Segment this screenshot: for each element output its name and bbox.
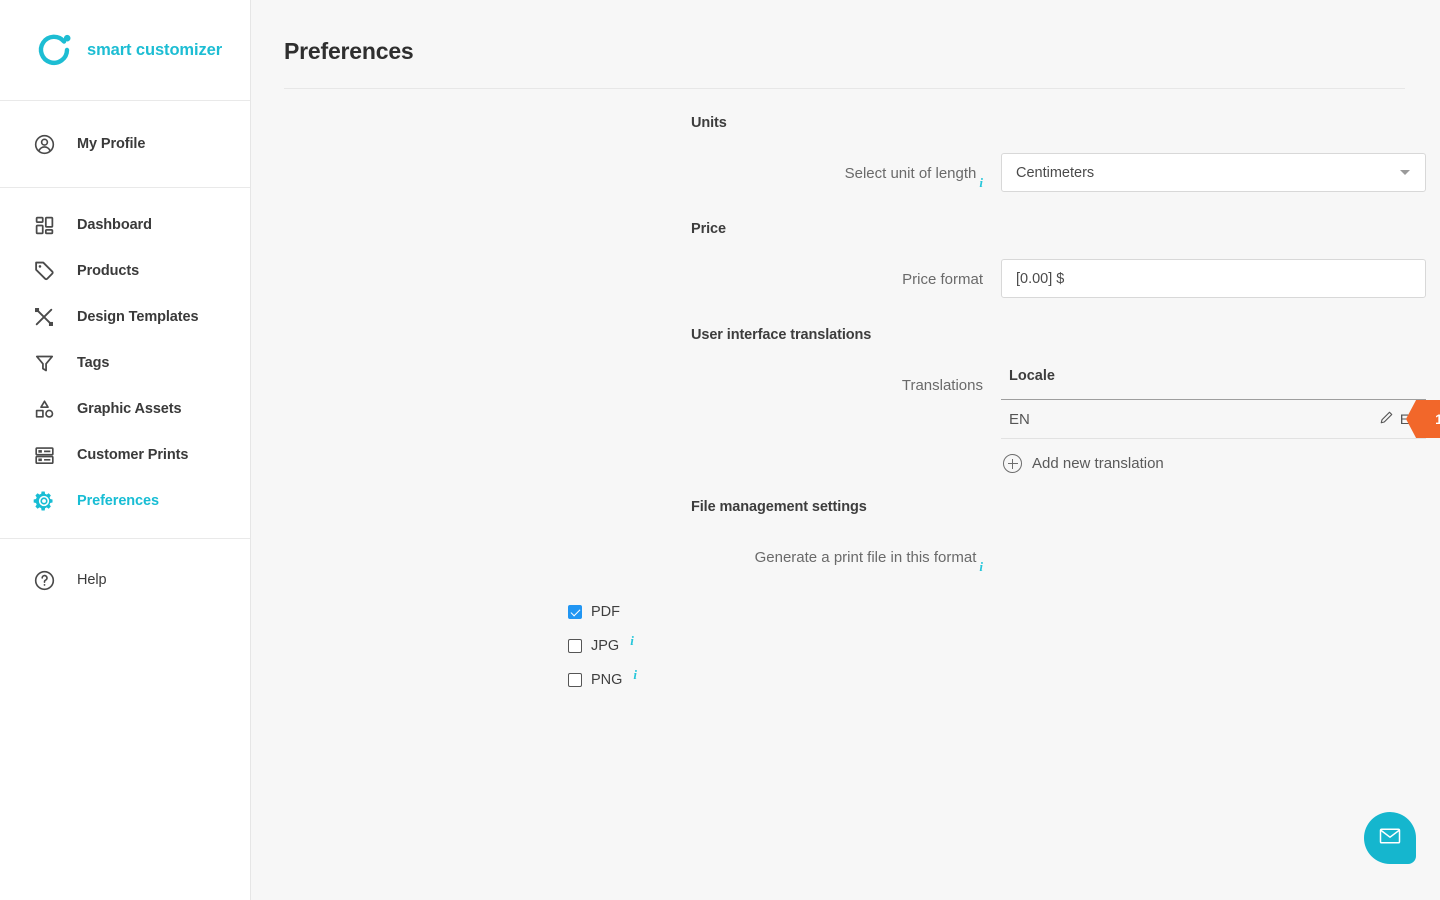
- unit-of-length-select[interactable]: Centimeters: [1001, 153, 1426, 192]
- brand-header[interactable]: smart customizer: [0, 0, 250, 101]
- field-print-file-format: Generate a print file in this formati: [251, 537, 1440, 579]
- translations-table: Locale EN Edit: [1001, 365, 1440, 473]
- field-label-text: Price format: [902, 271, 983, 288]
- field-label-text: Generate a print file in this format: [754, 549, 977, 566]
- field-label-print-file-format: Generate a print file in this formati: [251, 537, 1001, 579]
- field-label-price-format: Price format: [251, 259, 1001, 301]
- gear-icon: [31, 488, 57, 514]
- section-units: Units Select unit of lengthi Centimeters: [251, 115, 1440, 195]
- smart-customizer-logo-icon: [34, 30, 74, 70]
- pencil-icon: [1379, 410, 1394, 428]
- sidebar-item-design-templates[interactable]: Design Templates: [0, 294, 250, 340]
- sidebar-item-label: Tags: [77, 355, 110, 371]
- preferences-form: Units Select unit of lengthi Centimeters: [251, 115, 1440, 697]
- sidebar-item-my-profile[interactable]: My Profile: [0, 121, 250, 167]
- sidebar-item-label: My Profile: [77, 136, 146, 152]
- sidebar-group-main: Dashboard Products Design Templates Tags…: [0, 188, 250, 539]
- info-icon[interactable]: i: [979, 175, 983, 190]
- field-label-translations: Translations: [251, 365, 1001, 407]
- checkbox-row-png: PNG i: [566, 663, 1440, 697]
- page-title: Preferences: [284, 38, 414, 64]
- checkbox-label-jpg: JPG: [591, 638, 620, 654]
- checkbox-png[interactable]: [568, 673, 582, 687]
- field-label-unit-of-length: Select unit of lengthi: [251, 153, 1001, 195]
- section-title-translations: User interface translations: [691, 327, 872, 343]
- step-badge-wrapper: 1: [1406, 400, 1440, 438]
- field-price-format: Price format: [251, 259, 1440, 301]
- chevron-down-icon: [1400, 170, 1410, 175]
- sidebar-item-graphic-assets[interactable]: Graphic Assets: [0, 386, 250, 432]
- customer-prints-icon: [31, 442, 57, 468]
- field-unit-of-length: Select unit of lengthi Centimeters: [251, 153, 1440, 195]
- envelope-icon: [1378, 824, 1402, 853]
- section-price: Price Price format: [251, 221, 1440, 301]
- translations-column-header-locale: Locale: [1001, 365, 1426, 400]
- sidebar-group-help: Help: [0, 539, 250, 617]
- main-content: Preferences Units Select unit of lengthi…: [251, 0, 1440, 900]
- section-title-file-management: File management settings: [691, 499, 867, 515]
- section-file-management: File management settings Generate a prin…: [251, 499, 1440, 697]
- control-translations: Locale EN Edit: [1001, 365, 1440, 473]
- brand-name: smart customizer: [87, 40, 223, 59]
- checkbox-row-jpg: JPG i: [566, 629, 1440, 663]
- field-label-text: Select unit of length: [844, 165, 977, 182]
- sidebar-item-customer-prints[interactable]: Customer Prints: [0, 432, 250, 478]
- sidebar-item-label: Products: [77, 263, 140, 279]
- info-icon[interactable]: i: [630, 633, 634, 649]
- status-badge[interactable]: 1: [1406, 400, 1440, 438]
- sidebar-item-label: Graphic Assets: [77, 401, 182, 417]
- checkbox-label-pdf: PDF: [591, 604, 620, 620]
- sidebar-item-label: Dashboard: [77, 217, 152, 233]
- section-title-price: Price: [691, 221, 726, 237]
- checkbox-pdf[interactable]: [568, 605, 582, 619]
- dashboard-icon: [31, 212, 57, 238]
- sidebar-group-profile: My Profile: [0, 101, 250, 188]
- add-new-translation-label: Add new translation: [1032, 455, 1164, 472]
- header-divider: [284, 88, 1405, 89]
- field-translations: Translations Locale EN 1 Add new transla…: [251, 365, 1440, 473]
- tag-icon: [31, 258, 57, 284]
- page-header: Preferences: [251, 0, 1440, 65]
- control-price-format: [1001, 259, 1426, 298]
- sidebar-item-dashboard[interactable]: Dashboard: [0, 202, 250, 248]
- print-format-checkbox-group: PDF JPG i PNG i: [251, 595, 1440, 697]
- control-unit-of-length: Centimeters: [1001, 153, 1426, 192]
- translation-locale: EN: [1009, 410, 1030, 428]
- table-row: EN Edit 1: [1001, 400, 1440, 439]
- checkbox-label-png: PNG: [591, 672, 623, 688]
- design-templates-icon: [31, 304, 57, 330]
- shapes-icon: [31, 396, 57, 422]
- sidebar: smart customizer My Profile Dashboard Pr…: [0, 0, 251, 900]
- sidebar-item-label: Customer Prints: [77, 447, 189, 463]
- field-label-text: Translations: [901, 377, 983, 394]
- unit-of-length-value: Centimeters: [1016, 164, 1095, 181]
- chat-support-button[interactable]: [1364, 812, 1416, 864]
- section-translations: User interface translations Translations…: [251, 327, 1440, 473]
- sidebar-item-tags[interactable]: Tags: [0, 340, 250, 386]
- info-icon[interactable]: i: [979, 559, 983, 574]
- checkbox-row-pdf: PDF: [566, 595, 1440, 629]
- sidebar-item-help[interactable]: Help: [0, 557, 250, 603]
- sidebar-item-label: Design Templates: [77, 309, 199, 325]
- sidebar-item-preferences[interactable]: Preferences: [0, 478, 250, 524]
- add-new-translation-button[interactable]: Add new translation: [1001, 454, 1426, 473]
- sidebar-item-label: Preferences: [77, 493, 159, 509]
- section-title-units: Units: [691, 115, 727, 131]
- user-circle-icon: [31, 131, 57, 157]
- sidebar-item-products[interactable]: Products: [0, 248, 250, 294]
- plus-circle-icon: [1003, 454, 1022, 473]
- price-format-input[interactable]: [1001, 259, 1426, 298]
- checkbox-jpg[interactable]: [568, 639, 582, 653]
- sidebar-item-label: Help: [77, 572, 107, 588]
- question-circle-icon: [31, 567, 57, 593]
- filter-icon: [31, 350, 57, 376]
- app-root: smart customizer My Profile Dashboard Pr…: [0, 0, 1440, 900]
- info-icon[interactable]: i: [633, 667, 637, 683]
